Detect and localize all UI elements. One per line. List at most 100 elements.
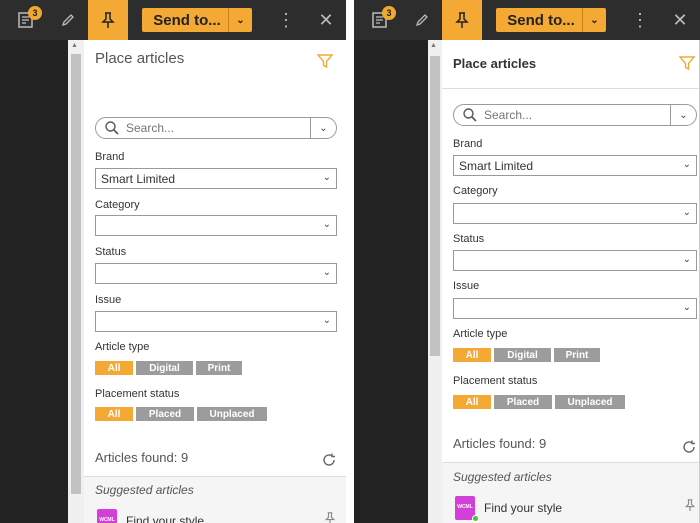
- brand-value: Smart Limited: [101, 171, 176, 186]
- chevron-down-icon: ⌄: [682, 254, 691, 265]
- scrollbar-thumb[interactable]: [71, 54, 81, 494]
- wcml-file-icon: WCML: [97, 509, 117, 523]
- suggested-title: Suggested articles: [95, 483, 194, 497]
- chip-unplaced[interactable]: Unplaced: [197, 407, 267, 421]
- chip-placed[interactable]: Placed: [136, 407, 194, 421]
- scrollbar[interactable]: ▲: [428, 40, 442, 523]
- placement-status-label: Placement status: [95, 388, 180, 400]
- chip-all[interactable]: All: [453, 395, 491, 409]
- pin-icon[interactable]: [684, 498, 696, 515]
- chevron-down-icon[interactable]: ⌄: [582, 8, 606, 32]
- article-type-label: Article type: [453, 328, 508, 340]
- chevron-down-icon: ⌄: [322, 219, 331, 230]
- send-to-label: Send to...: [507, 11, 575, 29]
- file-type-badge: WCML: [457, 504, 473, 510]
- article-type-chips: All Digital Print: [453, 348, 600, 362]
- pin-icon[interactable]: [88, 0, 128, 40]
- chevron-down-icon: ⌄: [322, 172, 331, 183]
- placement-status-chips: All Placed Unplaced: [95, 407, 267, 421]
- category-select[interactable]: ⌄: [453, 203, 697, 224]
- scroll-up-icon[interactable]: ▲: [71, 42, 78, 49]
- panel-title: Place articles: [95, 50, 185, 67]
- notes-count-badge: 3: [382, 6, 396, 20]
- close-icon[interactable]: ✕: [316, 0, 336, 40]
- send-to-label: Send to...: [153, 11, 221, 29]
- articles-found: Articles found: 9: [453, 436, 547, 451]
- issue-select[interactable]: ⌄: [453, 298, 697, 319]
- status-dot-icon: [472, 515, 479, 522]
- status-select[interactable]: ⌄: [453, 250, 697, 271]
- scrollbar[interactable]: ▲: [68, 40, 84, 523]
- notes-count-badge: 3: [28, 6, 42, 20]
- top-toolbar: 3 Send to... ⌄ ⋮ ✕: [0, 0, 346, 40]
- status-label: Status: [95, 246, 127, 258]
- wcml-file-icon: WCML: [455, 496, 479, 522]
- brand-label: Brand: [95, 151, 125, 163]
- category-label: Category: [453, 185, 498, 197]
- chip-print[interactable]: Print: [196, 361, 242, 375]
- article-type-label: Article type: [95, 341, 150, 353]
- articles-found: Articles found: 9: [95, 450, 189, 465]
- more-icon[interactable]: ⋮: [276, 0, 296, 40]
- chip-placed[interactable]: Placed: [494, 395, 552, 409]
- place-articles-panel: Place articles ⌄ Brand Smart Limited ⌄ C…: [442, 40, 700, 523]
- brand-label: Brand: [453, 138, 483, 150]
- brand-select[interactable]: Smart Limited ⌄: [95, 168, 337, 189]
- brand-select[interactable]: Smart Limited ⌄: [453, 155, 697, 176]
- pencil-icon[interactable]: [56, 0, 80, 40]
- search-input[interactable]: [120, 121, 310, 135]
- document-area: [0, 40, 68, 523]
- article-title[interactable]: Find your style: [484, 501, 562, 515]
- chip-all[interactable]: All: [453, 348, 491, 362]
- placement-status-label: Placement status: [453, 375, 538, 387]
- chip-digital[interactable]: Digital: [136, 361, 193, 375]
- chip-print[interactable]: Print: [554, 348, 600, 362]
- divider: [442, 88, 700, 89]
- search-icon: [105, 121, 119, 135]
- chevron-down-icon[interactable]: ⌄: [228, 8, 252, 32]
- pencil-icon[interactable]: [410, 0, 434, 40]
- search-icon: [463, 108, 477, 122]
- issue-label: Issue: [95, 294, 122, 306]
- chevron-down-icon[interactable]: ⌄: [310, 118, 336, 138]
- scroll-up-icon[interactable]: ▲: [430, 42, 437, 49]
- issue-select[interactable]: ⌄: [95, 311, 337, 332]
- chevron-down-icon: ⌄: [322, 267, 331, 278]
- filter-icon[interactable]: [316, 52, 334, 70]
- chevron-down-icon: ⌄: [682, 159, 691, 170]
- refresh-icon[interactable]: [681, 439, 697, 455]
- chip-unplaced[interactable]: Unplaced: [555, 395, 625, 409]
- search-input[interactable]: [478, 108, 670, 122]
- close-icon[interactable]: ✕: [670, 0, 690, 40]
- category-select[interactable]: ⌄: [95, 215, 337, 236]
- category-label: Category: [95, 199, 140, 211]
- scrollbar-thumb[interactable]: [430, 56, 440, 356]
- chevron-down-icon: ⌄: [682, 302, 691, 313]
- pin-icon[interactable]: [442, 0, 482, 40]
- send-to-button[interactable]: Send to... ⌄: [142, 8, 252, 32]
- right-view: 3 Send to... ⌄ ⋮ ✕ ▲ Place articles ⌄ Br…: [354, 0, 700, 523]
- place-articles-panel: Place articles ⌄ Brand Smart Limited ⌄ C…: [84, 40, 346, 523]
- document-area: [354, 40, 428, 523]
- status-select[interactable]: ⌄: [95, 263, 337, 284]
- send-to-button[interactable]: Send to... ⌄: [496, 8, 606, 32]
- status-label: Status: [453, 233, 485, 245]
- panel-title: Place articles: [453, 56, 537, 71]
- search-box[interactable]: ⌄: [95, 117, 337, 139]
- article-type-chips: All Digital Print: [95, 361, 242, 375]
- placement-status-chips: All Placed Unplaced: [453, 395, 625, 409]
- chip-all[interactable]: All: [95, 361, 133, 375]
- brand-value: Smart Limited: [459, 158, 534, 173]
- pin-icon[interactable]: [324, 511, 336, 523]
- chip-digital[interactable]: Digital: [494, 348, 551, 362]
- filter-icon[interactable]: [678, 54, 696, 72]
- top-toolbar: 3 Send to... ⌄ ⋮ ✕: [354, 0, 700, 40]
- refresh-icon[interactable]: [321, 452, 337, 468]
- search-box[interactable]: ⌄: [453, 104, 697, 126]
- more-icon[interactable]: ⋮: [630, 0, 650, 40]
- chevron-down-icon[interactable]: ⌄: [670, 105, 696, 125]
- issue-label: Issue: [453, 280, 480, 292]
- left-view: 3 Send to... ⌄ ⋮ ✕ ▲ Place articles ⌄ Br…: [0, 0, 346, 523]
- chip-all[interactable]: All: [95, 407, 133, 421]
- article-title[interactable]: Find your style: [126, 514, 204, 523]
